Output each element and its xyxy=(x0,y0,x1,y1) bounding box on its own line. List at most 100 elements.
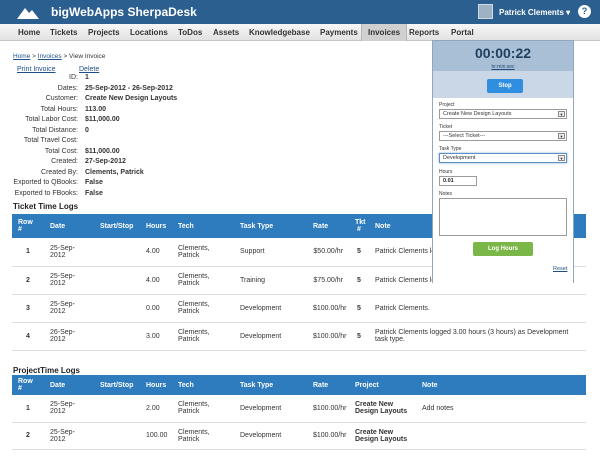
row-ticket-link[interactable]: 5 xyxy=(349,294,369,323)
row-rate: $100.00/hr xyxy=(307,395,349,423)
column-header[interactable]: Tech xyxy=(172,375,234,395)
help-icon[interactable]: ? xyxy=(578,5,591,18)
task-type-select[interactable]: Development ▼ xyxy=(439,153,567,163)
breadcrumb-home[interactable]: Home xyxy=(13,53,30,60)
notes-textarea[interactable] xyxy=(439,198,567,236)
column-header[interactable]: Hours xyxy=(140,214,172,238)
row-date: 25-Sep-2012 xyxy=(44,422,94,450)
nav-reports[interactable]: Reports xyxy=(403,24,445,41)
task-type-label: Task Type xyxy=(439,146,462,152)
column-header[interactable]: Tech xyxy=(172,214,234,238)
row-ticket-link[interactable]: 5 xyxy=(349,322,369,351)
invoice-field-id: ID: 1 xyxy=(0,74,300,83)
hours-input[interactable]: 0.01 xyxy=(439,176,477,186)
row-rate: $75.00/hr xyxy=(307,266,349,295)
row-ticket-link[interactable]: 5 xyxy=(349,266,369,295)
main-nav: Home Tickets Projects Locations ToDos As… xyxy=(0,24,600,41)
field-label: Customer: xyxy=(45,95,78,102)
nav-projects[interactable]: Projects xyxy=(82,24,126,41)
project-select[interactable]: Create New Design Layouts ▼ xyxy=(439,109,567,119)
row-number: 1 xyxy=(12,395,44,423)
timer-display: 00:00:22 xyxy=(474,45,532,61)
notes-label: Notes xyxy=(439,191,453,197)
ticket-label: Ticket xyxy=(439,124,453,130)
app-title[interactable]: bigWebApps SherpaDesk xyxy=(51,5,197,19)
nav-payments[interactable]: Payments xyxy=(314,24,364,41)
chevron-down-icon: ▼ xyxy=(558,155,565,161)
row-date: 26-Sep-2012 xyxy=(44,322,94,351)
breadcrumb-separator: > xyxy=(63,53,68,60)
row-task-type: Development xyxy=(234,395,307,423)
table-row[interactable]: 1 25-Sep-2012 2.00 Clements, Patrick Dev… xyxy=(12,395,586,423)
column-header[interactable]: Task Type xyxy=(234,375,307,395)
breadcrumb: Home > Invoices > View Invoice xyxy=(13,53,105,60)
avatar[interactable] xyxy=(478,4,493,19)
nav-tickets[interactable]: Tickets xyxy=(44,24,83,41)
nav-home[interactable]: Home xyxy=(12,24,46,41)
row-number: 4 xyxy=(12,322,44,351)
invoice-field-created-by: Created By: Clements, Patrick xyxy=(0,169,300,178)
row-date: 25-Sep-2012 xyxy=(44,238,94,267)
field-value: 25-Sep-2012 - 26-Sep-2012 xyxy=(85,84,173,92)
column-header[interactable]: Row # xyxy=(12,214,44,238)
row-rate: $50.00/hr xyxy=(307,238,349,267)
field-value: False xyxy=(85,179,103,186)
table-row[interactable]: 3 25-Sep-2012 0.00 Clements, Patrick Dev… xyxy=(12,294,586,323)
table-row[interactable]: 4 26-Sep-2012 3.00 Clements, Patrick Dev… xyxy=(12,322,586,351)
row-rate: $100.00/hr xyxy=(307,294,349,323)
row-task-type: Training xyxy=(234,266,307,295)
column-header[interactable]: Row # xyxy=(12,375,44,395)
invoice-field-dates: Dates: 25-Sep-2012 - 26-Sep-2012 xyxy=(0,85,300,94)
column-header[interactable]: Date xyxy=(44,214,94,238)
table-row[interactable]: 2 25-Sep-2012 100.00 Clements, Patrick D… xyxy=(12,422,586,450)
row-tech: Clements, Patrick xyxy=(172,294,234,323)
row-task-type: Development xyxy=(234,422,307,450)
row-ticket-link[interactable]: 5 xyxy=(349,238,369,267)
row-start-stop xyxy=(94,294,140,323)
column-header[interactable]: Note xyxy=(416,375,586,395)
column-header[interactable]: Hours xyxy=(140,375,172,395)
row-project-link[interactable]: Create New Design Layouts xyxy=(349,395,416,423)
column-header[interactable]: Start/Stop xyxy=(94,375,140,395)
row-tech: Clements, Patrick xyxy=(172,395,234,423)
row-project-link[interactable]: Create New Design Layouts xyxy=(349,422,416,450)
print-invoice-link[interactable]: Print Invoice xyxy=(17,66,56,73)
row-number: 1 xyxy=(12,238,44,267)
row-tech: Clements, Patrick xyxy=(172,266,234,295)
nav-knowledgebase[interactable]: Knowledgebase xyxy=(243,24,316,41)
delete-invoice-link[interactable]: Delete xyxy=(79,66,99,73)
nav-assets[interactable]: Assets xyxy=(207,24,245,41)
ticket-select[interactable]: ---Select Ticket--- ▼ xyxy=(439,131,567,141)
nav-portal[interactable]: Portal xyxy=(445,24,480,41)
field-label: Exported to QBooks: xyxy=(13,179,78,186)
nav-locations[interactable]: Locations xyxy=(124,24,174,41)
column-header[interactable]: Rate xyxy=(307,214,349,238)
breadcrumb-invoices[interactable]: Invoices xyxy=(38,53,62,60)
breadcrumb-current: View Invoice xyxy=(69,53,106,60)
row-tech: Clements, Patrick xyxy=(172,322,234,351)
row-start-stop xyxy=(94,322,140,351)
ticket-select-value: ---Select Ticket--- xyxy=(443,133,486,139)
stop-button[interactable]: Stop xyxy=(487,79,523,93)
mountain-logo-icon[interactable] xyxy=(17,5,39,19)
reset-link[interactable]: Reset xyxy=(553,266,567,272)
invoice-field-travel-cost: Total Travel Cost: xyxy=(0,137,300,146)
top-bar: bigWebApps SherpaDesk Patrick Clements ▾… xyxy=(0,0,600,24)
column-header[interactable]: Rate xyxy=(307,375,349,395)
nav-invoices[interactable]: Invoices xyxy=(361,24,408,41)
timer-header: 00:00:22 hr:min:sec xyxy=(433,41,573,71)
chevron-down-icon: ▾ xyxy=(566,8,571,17)
column-header[interactable]: Tkt # xyxy=(349,214,369,238)
row-start-stop xyxy=(94,266,140,295)
user-menu[interactable]: Patrick Clements ▾ xyxy=(499,8,570,17)
field-label: Exported to FBooks: xyxy=(14,189,78,197)
column-header[interactable]: Task Type xyxy=(234,214,307,238)
row-note: Patrick Clements logged 3.00 hours (3 ho… xyxy=(369,322,586,351)
column-header[interactable]: Start/Stop xyxy=(94,214,140,238)
column-header[interactable]: Date xyxy=(44,375,94,395)
field-label: Created By: xyxy=(41,168,78,176)
column-header[interactable]: Project xyxy=(349,375,416,395)
nav-todos[interactable]: ToDos xyxy=(172,24,208,41)
row-task-type: Development xyxy=(234,294,307,323)
log-hours-button[interactable]: Log Hours xyxy=(473,242,533,256)
